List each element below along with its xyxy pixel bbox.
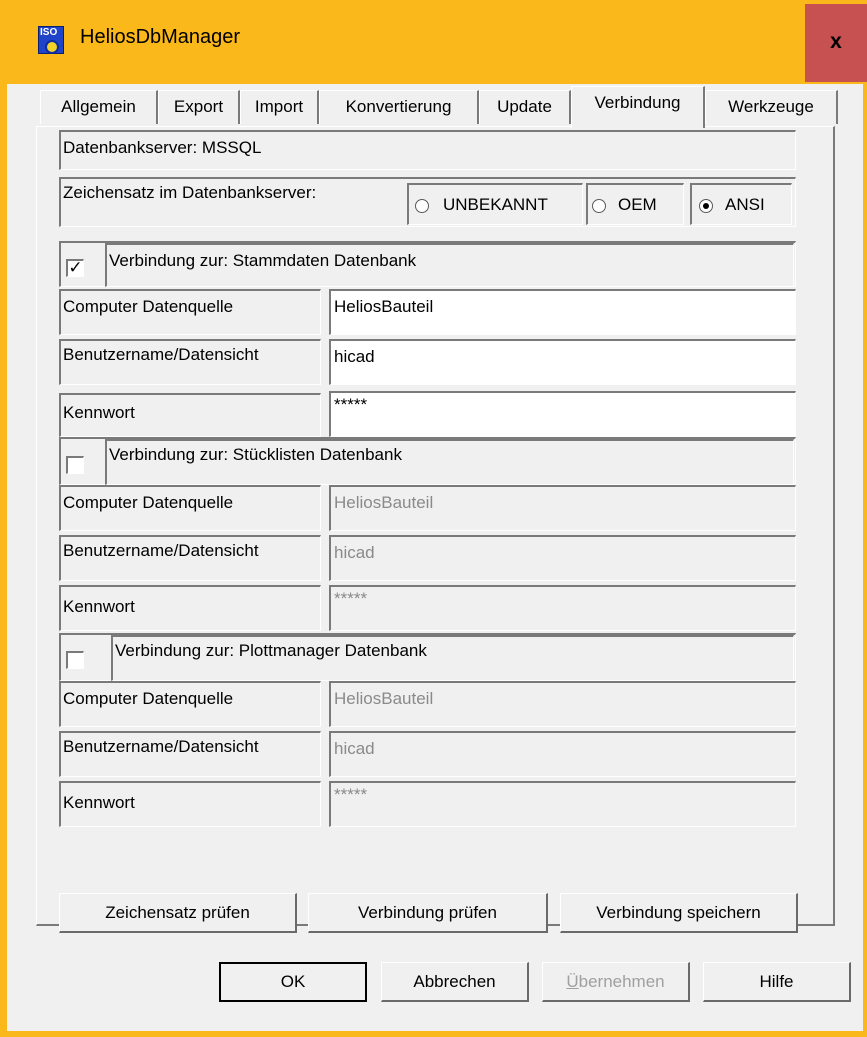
plottmanager-password-input[interactable]: *****: [329, 781, 796, 827]
verbindung-panel: Datenbankserver: MSSQL Zeichensatz im Da…: [36, 126, 835, 933]
plottmanager-computer-input[interactable]: HeliosBauteil: [329, 681, 796, 727]
label-box: Benutzername/Datensicht: [59, 731, 321, 777]
plottmanager-title: Verbindung zur: Plottmanager Datenbank: [115, 641, 427, 660]
stammdaten-checkbox[interactable]: ✓: [66, 259, 84, 277]
tab-verbindung[interactable]: Verbindung: [571, 86, 705, 128]
plottmanager-title-box: Verbindung zur: Plottmanager Datenbank: [111, 635, 794, 681]
tab-konvertierung[interactable]: Konvertierung: [319, 90, 479, 124]
stammdaten-computer-input[interactable]: HeliosBauteil: [329, 289, 796, 335]
tab-strip: Allgemein Export Import Konvertierung Up…: [7, 84, 863, 128]
stuecklisten-user-input[interactable]: hicad: [329, 535, 796, 581]
apply-label-rest: bernehmen: [578, 972, 665, 991]
server-info-box: Datenbankserver: MSSQL: [59, 130, 796, 170]
stuecklisten-password-input[interactable]: *****: [329, 585, 796, 631]
computer-label: Computer Datenquelle: [63, 493, 234, 512]
check-connection-button[interactable]: Verbindung prüfen: [308, 893, 548, 933]
password-label: Kennwort: [63, 793, 135, 812]
user-label: Benutzername/Datensicht: [63, 541, 259, 560]
label-box: Benutzername/Datensicht: [59, 535, 321, 581]
cancel-button[interactable]: Abbrechen: [381, 962, 529, 1002]
dialog-client: Allgemein Export Import Konvertierung Up…: [7, 84, 863, 1031]
dialog-window: ISO HeliosDbManager x Allgemein Export I…: [0, 0, 867, 1037]
window-title: HeliosDbManager: [80, 26, 241, 48]
charset-label: Zeichensatz im Datenbankserver:: [63, 183, 317, 202]
close-button[interactable]: x: [805, 4, 867, 82]
server-label: Datenbankserver: MSSQL: [63, 138, 262, 157]
plottmanager-checkbox[interactable]: [66, 651, 84, 669]
stammdaten-title: Verbindung zur: Stammdaten Datenbank: [109, 251, 417, 270]
password-label: Kennwort: [63, 597, 135, 616]
app-icon-text: ISO: [40, 27, 58, 38]
password-label: Kennwort: [63, 403, 135, 422]
label-box: Kennwort: [59, 781, 321, 827]
radio-ansi[interactable]: ANSI: [690, 183, 792, 225]
save-connection-button[interactable]: Verbindung speichern: [560, 893, 798, 933]
radio-unbekannt[interactable]: UNBEKANNT: [407, 183, 583, 225]
label-box: Computer Datenquelle: [59, 681, 321, 727]
radio-unbekannt-label: UNBEKANNT: [443, 195, 548, 214]
stammdaten-user-input[interactable]: hicad: [329, 339, 796, 385]
radio-icon[interactable]: [415, 199, 429, 213]
radio-icon[interactable]: [592, 199, 606, 213]
gear-icon: [45, 40, 59, 54]
tab-import[interactable]: Import: [240, 90, 319, 124]
connection-stuecklisten-header: Verbindung zur: Stücklisten Datenbank: [59, 437, 796, 485]
help-button[interactable]: Hilfe: [703, 962, 851, 1002]
check-charset-button[interactable]: Zeichensatz prüfen: [59, 893, 297, 933]
computer-label: Computer Datenquelle: [63, 297, 234, 316]
stuecklisten-computer-input[interactable]: HeliosBauteil: [329, 485, 796, 531]
radio-icon[interactable]: [699, 199, 713, 213]
connection-plottmanager-header: Verbindung zur: Plottmanager Datenbank: [59, 633, 796, 681]
computer-label: Computer Datenquelle: [63, 689, 234, 708]
label-box: Computer Datenquelle: [59, 485, 321, 531]
plottmanager-user-input[interactable]: hicad: [329, 731, 796, 777]
user-label: Benutzername/Datensicht: [63, 345, 259, 364]
charset-box: Zeichensatz im Datenbankserver: UNBEKANN…: [59, 177, 796, 227]
radio-oem-label: OEM: [618, 195, 657, 214]
stammdaten-password-input[interactable]: *****: [329, 391, 796, 437]
ok-button[interactable]: OK: [219, 962, 367, 1002]
tab-export[interactable]: Export: [158, 90, 240, 124]
radio-ansi-label: ANSI: [725, 195, 765, 214]
user-label: Benutzername/Datensicht: [63, 737, 259, 756]
tab-update[interactable]: Update: [479, 90, 571, 124]
tab-allgemein[interactable]: Allgemein: [40, 90, 158, 124]
label-box: Computer Datenquelle: [59, 289, 321, 335]
title-bar[interactable]: ISO HeliosDbManager x: [0, 0, 867, 84]
stuecklisten-title-box: Verbindung zur: Stücklisten Datenbank: [105, 439, 794, 485]
connection-stammdaten-header: ✓ Verbindung zur: Stammdaten Datenbank: [59, 241, 796, 287]
apply-button[interactable]: Übernehmen: [542, 962, 690, 1002]
label-box: Kennwort: [59, 585, 321, 631]
tab-werkzeuge[interactable]: Werkzeuge: [705, 90, 838, 124]
close-icon: x: [830, 30, 842, 53]
label-box: Benutzername/Datensicht: [59, 339, 321, 385]
stuecklisten-checkbox[interactable]: [66, 456, 84, 474]
label-box: Kennwort: [59, 393, 321, 437]
apply-mnemonic: Ü: [566, 972, 579, 991]
stuecklisten-title: Verbindung zur: Stücklisten Datenbank: [109, 445, 402, 464]
app-icon: ISO: [38, 26, 64, 54]
stammdaten-title-box: Verbindung zur: Stammdaten Datenbank: [105, 243, 794, 287]
radio-oem[interactable]: OEM: [586, 183, 684, 225]
radio-selected-dot: [703, 203, 709, 209]
